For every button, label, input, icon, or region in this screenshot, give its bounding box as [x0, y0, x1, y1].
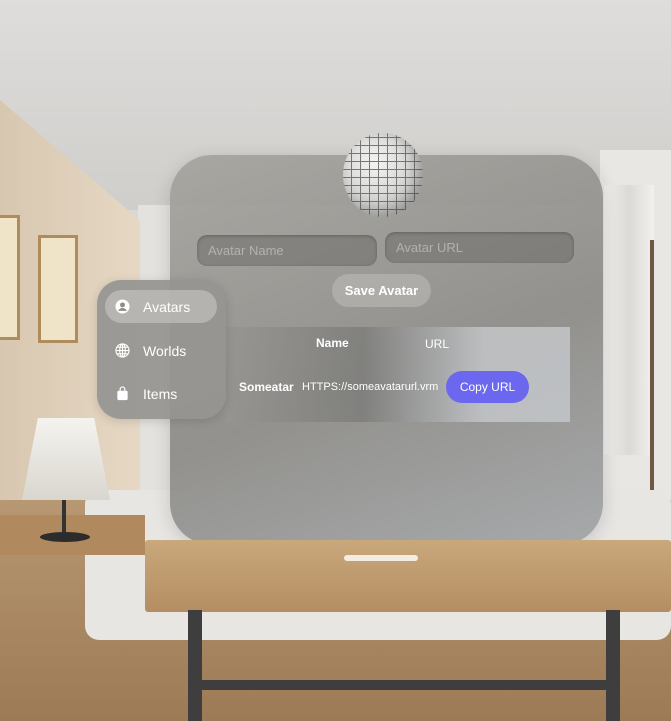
avatar-name-input[interactable]	[197, 235, 377, 266]
person-circle-icon	[115, 299, 130, 314]
column-header-name: Name	[316, 336, 349, 350]
sidebar-item-worlds[interactable]: Worlds	[105, 334, 217, 367]
sidebar-item-label: Items	[143, 385, 178, 402]
window-grabber-handle[interactable]	[344, 555, 418, 561]
table-bar	[188, 680, 618, 690]
column-header-url: URL	[425, 337, 450, 351]
bag-icon	[117, 386, 128, 401]
sidebar-item-label: Avatars	[143, 298, 191, 315]
wall-picture	[0, 215, 20, 340]
wall-picture	[38, 235, 78, 343]
row-avatar-url: HTTPS://someavatarurl.vrm	[302, 381, 439, 393]
row-avatar-name: Someatar	[239, 380, 294, 394]
curtain	[604, 185, 654, 455]
table-leg	[606, 610, 620, 721]
sidebar-item-label: Worlds	[143, 342, 187, 359]
avatar-sphere-model	[343, 133, 423, 217]
globe-icon	[115, 343, 130, 358]
save-avatar-button[interactable]: Save Avatar	[332, 274, 431, 307]
sidebar-item-avatars[interactable]: Avatars	[105, 290, 217, 323]
table-leg	[188, 610, 202, 721]
coffee-table	[145, 540, 671, 612]
sidebar-item-items[interactable]: Items	[105, 377, 217, 410]
avatar-url-input[interactable]	[385, 232, 574, 263]
lamp-stem	[62, 500, 66, 535]
lamp-base	[40, 532, 90, 542]
copy-url-button[interactable]: Copy URL	[446, 371, 529, 403]
